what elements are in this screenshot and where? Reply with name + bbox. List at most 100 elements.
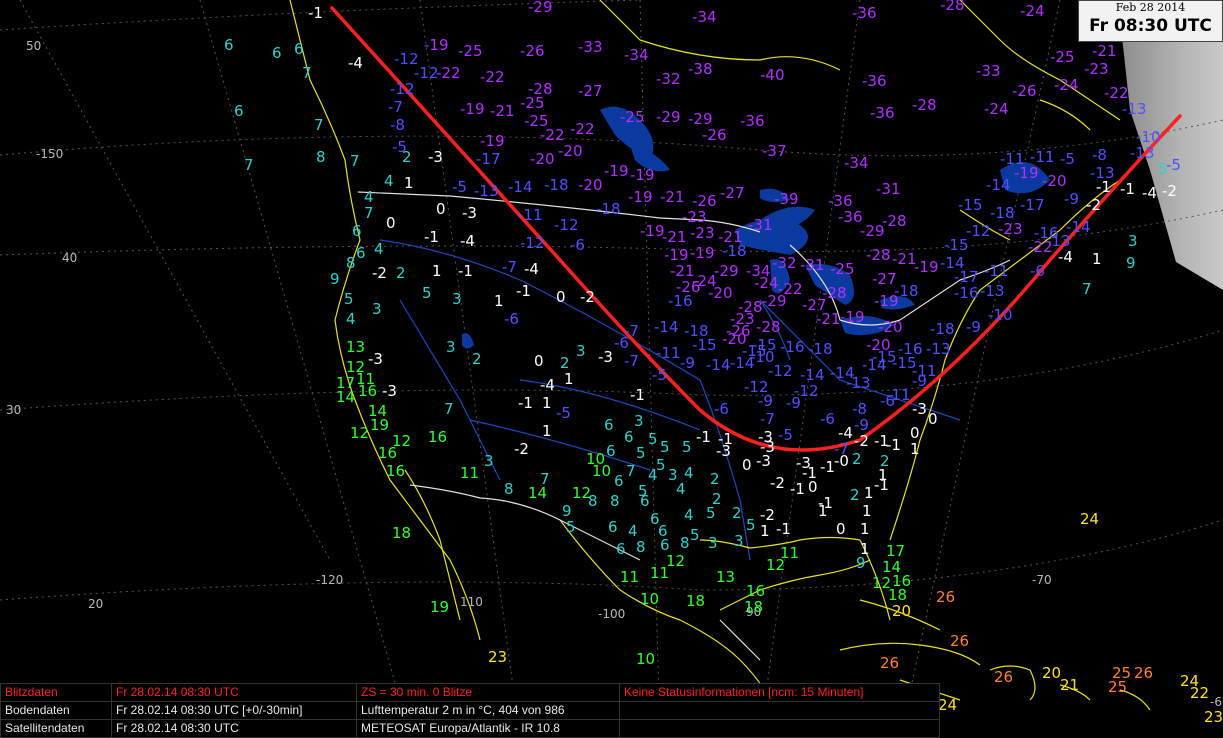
temperature-label: 9 (1126, 254, 1136, 272)
temperature-label: -12 (768, 362, 793, 380)
temperature-label: -20 (1042, 172, 1067, 190)
temperature-label: -1 (424, 228, 439, 246)
temperature-label: -19 (480, 132, 505, 150)
temperature-label: -21 (816, 310, 841, 328)
temperature-label: 8 (346, 254, 356, 272)
temperature-label: -25 (620, 108, 645, 126)
temperature-label: -15 (958, 196, 983, 214)
temperature-label: 9 (856, 554, 866, 572)
temperature-label: 2 (472, 350, 482, 368)
temperature-label: 26 (880, 654, 899, 672)
temperature-label: 0 (436, 200, 446, 218)
temperature-label: 6 (606, 442, 616, 460)
temperature-label: -13 (1130, 144, 1155, 162)
temperature-label: -22 (480, 68, 505, 86)
temperature-label: 8 (316, 148, 326, 166)
temperature-label: -21 (662, 228, 687, 246)
temperature-label: -25 (520, 94, 545, 112)
temperature-label: 5 (636, 444, 646, 462)
temperature-label: 0 (742, 456, 752, 474)
temperature-label: -31 (876, 180, 901, 198)
temperature-label: -23 (690, 224, 715, 242)
temperature-label: -7 (388, 98, 403, 116)
temperature-label: 0 (808, 478, 818, 496)
temperature-label: -37 (762, 142, 787, 160)
temperature-label: 13 (346, 338, 365, 356)
temperature-label: -27 (578, 82, 603, 100)
temperature-label: -15 (692, 336, 717, 354)
temperature-label: 5 (682, 438, 692, 456)
status-bar: Blitzdaten Fr 28.02.14 08:30 UTC ZS = 30… (0, 683, 940, 738)
temperature-label: 18 (686, 592, 705, 610)
temperature-label: 8 (588, 492, 598, 510)
temperature-label: -19 (460, 100, 485, 118)
temperature-label: -2 (1086, 196, 1101, 214)
temperature-label: -22 (436, 64, 461, 82)
temperature-label: 0 (556, 288, 566, 306)
temperature-label: -3 (428, 148, 443, 166)
temperature-label: -13 (846, 374, 871, 392)
temperature-label: -18 (596, 200, 621, 218)
temperature-label: 1 (910, 440, 920, 458)
temperature-label: 0 (534, 352, 544, 370)
temperature-label: -1 (820, 458, 835, 476)
temperature-label: 2 (732, 504, 742, 522)
temperature-label: 2 (402, 148, 412, 166)
temperature-label: -24 (754, 274, 779, 292)
temperature-label: 22 (1190, 684, 1209, 702)
temperature-label: 16 (378, 444, 397, 462)
temperature-label: 5 (706, 504, 716, 522)
status-time: Fr 28.02.14 08:30 UTC [+0/-30min] (111, 701, 357, 720)
temperature-label: -12 (414, 64, 439, 82)
status-info: Lufttemperatur 2 m in °C, 404 von 986 (356, 701, 620, 720)
temperature-label: 5 (690, 526, 700, 544)
temperature-label: -24 (1054, 76, 1079, 94)
temperature-label: -3 (382, 382, 397, 400)
temperature-label: -11 (656, 344, 681, 362)
temperature-label: 0 (386, 214, 396, 232)
temperature-label: 18 (392, 524, 411, 542)
temperature-label: 7 (314, 116, 324, 134)
temperature-label: 1 (404, 174, 414, 192)
temperature-label: -39 (774, 190, 799, 208)
temperature-label: 5 (648, 430, 658, 448)
temperature-label: 2 (396, 264, 406, 282)
temperature-label: -3 (368, 350, 383, 368)
temperature-label: 7 (444, 400, 454, 418)
temperature-label: -3 (716, 442, 731, 460)
temperature-label: -2 (1162, 182, 1177, 200)
temperature-label: -1 (696, 428, 711, 446)
temperature-label: 2 (710, 470, 720, 488)
temperature-label: -19 (874, 292, 899, 310)
temperature-label: -21 (892, 250, 917, 268)
temperature-label: -11 (518, 206, 543, 224)
temperature-label: -32 (656, 70, 681, 88)
temperature-label: 7 (302, 64, 312, 82)
grid-label: 30 (6, 403, 21, 417)
temperature-label: -14 (986, 176, 1011, 194)
temperature-label: -25 (830, 260, 855, 278)
temperature-label: 8 (680, 534, 690, 552)
temperature-label: 10 (592, 462, 611, 480)
temperature-label: -9 (1064, 190, 1079, 208)
temperature-label: 6 (352, 222, 362, 240)
temperature-label: 13 (716, 568, 735, 586)
temperature-label: 14 (528, 484, 547, 502)
temperature-label: -6 (1030, 262, 1045, 280)
temperature-label: -5 (1166, 156, 1181, 174)
temperature-label: 6 (272, 44, 282, 62)
temperature-label: -1 (518, 394, 533, 412)
temperature-label: 4 (384, 172, 394, 190)
temperature-label: -24 (1020, 2, 1045, 20)
temperature-label: -21 (1092, 42, 1117, 60)
grid-labels: 50-1504030-12020110-10090-70-60 (6, 39, 1223, 709)
temperature-label: -26 (520, 42, 545, 60)
grid-label: -60 (1210, 695, 1223, 709)
temperature-label: 5 (660, 438, 670, 456)
temperature-label: 0 (928, 410, 938, 428)
grid-label: 20 (88, 597, 103, 611)
temperature-label: -19 (640, 222, 665, 240)
temperature-label: -5 (778, 426, 793, 444)
temperature-label: -36 (838, 208, 863, 226)
status-time: Fr 28.02.14 08:30 UTC (111, 683, 357, 702)
